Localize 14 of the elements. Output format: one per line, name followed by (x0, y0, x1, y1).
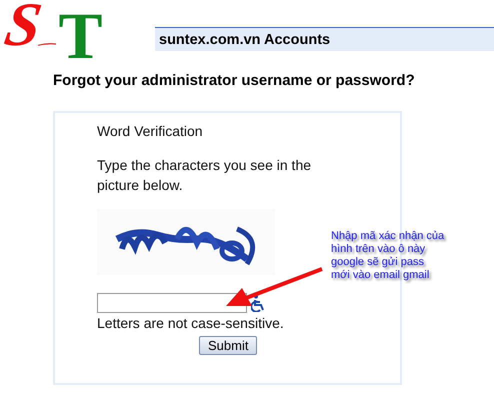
instructions-text: Type the characters you see in the picture below. (97, 156, 312, 195)
logo-letter: S (0, 0, 46, 56)
wheelchair-icon[interactable] (251, 294, 267, 312)
hint-text: Letters are not case-sensitive. (97, 315, 284, 331)
site-title: suntex.com.vn Accounts (158, 32, 330, 48)
captcha-input-field[interactable] (97, 293, 247, 313)
annotation-line: mới vào email gmail (331, 269, 430, 282)
submit-button[interactable]: Submit (199, 336, 258, 355)
section-title: Word Verification (97, 123, 203, 139)
logo-letter: T (58, 4, 103, 70)
page-heading: Forgot your administrator username or password? (53, 72, 416, 89)
annotation-line: hình trên vào ô này (331, 243, 426, 256)
annotation-line: Nhập mã xác nhận của (331, 230, 444, 243)
annotation-line: google sẽ gửi pass (331, 256, 425, 269)
